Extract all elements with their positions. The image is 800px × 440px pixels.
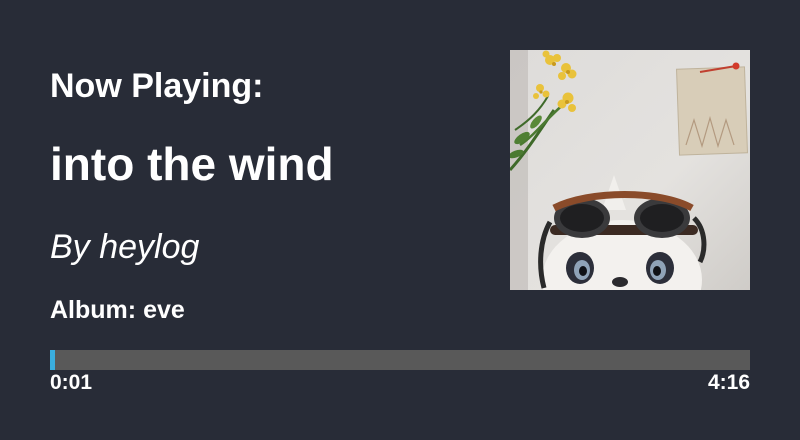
progress-bar[interactable] (50, 350, 750, 370)
artist-prefix: By (50, 228, 90, 266)
album-cover (510, 50, 750, 290)
album-line: Album: eve (50, 294, 185, 326)
album-prefix: Album: (50, 296, 137, 324)
elapsed-time: 0:01 (50, 371, 93, 394)
artist-line: By heylog (50, 225, 199, 269)
artist-name: heylog (99, 228, 200, 266)
now-playing-heading: Now Playing: (50, 67, 264, 105)
album-name: eve (143, 296, 185, 324)
cover-paper (676, 62, 748, 156)
track-title: into the wind (50, 138, 334, 190)
now-playing-card: Now Playing: into the wind By heylog Albu… (0, 0, 800, 440)
total-duration: 4:16 (707, 371, 750, 394)
progress-fill (50, 350, 55, 370)
